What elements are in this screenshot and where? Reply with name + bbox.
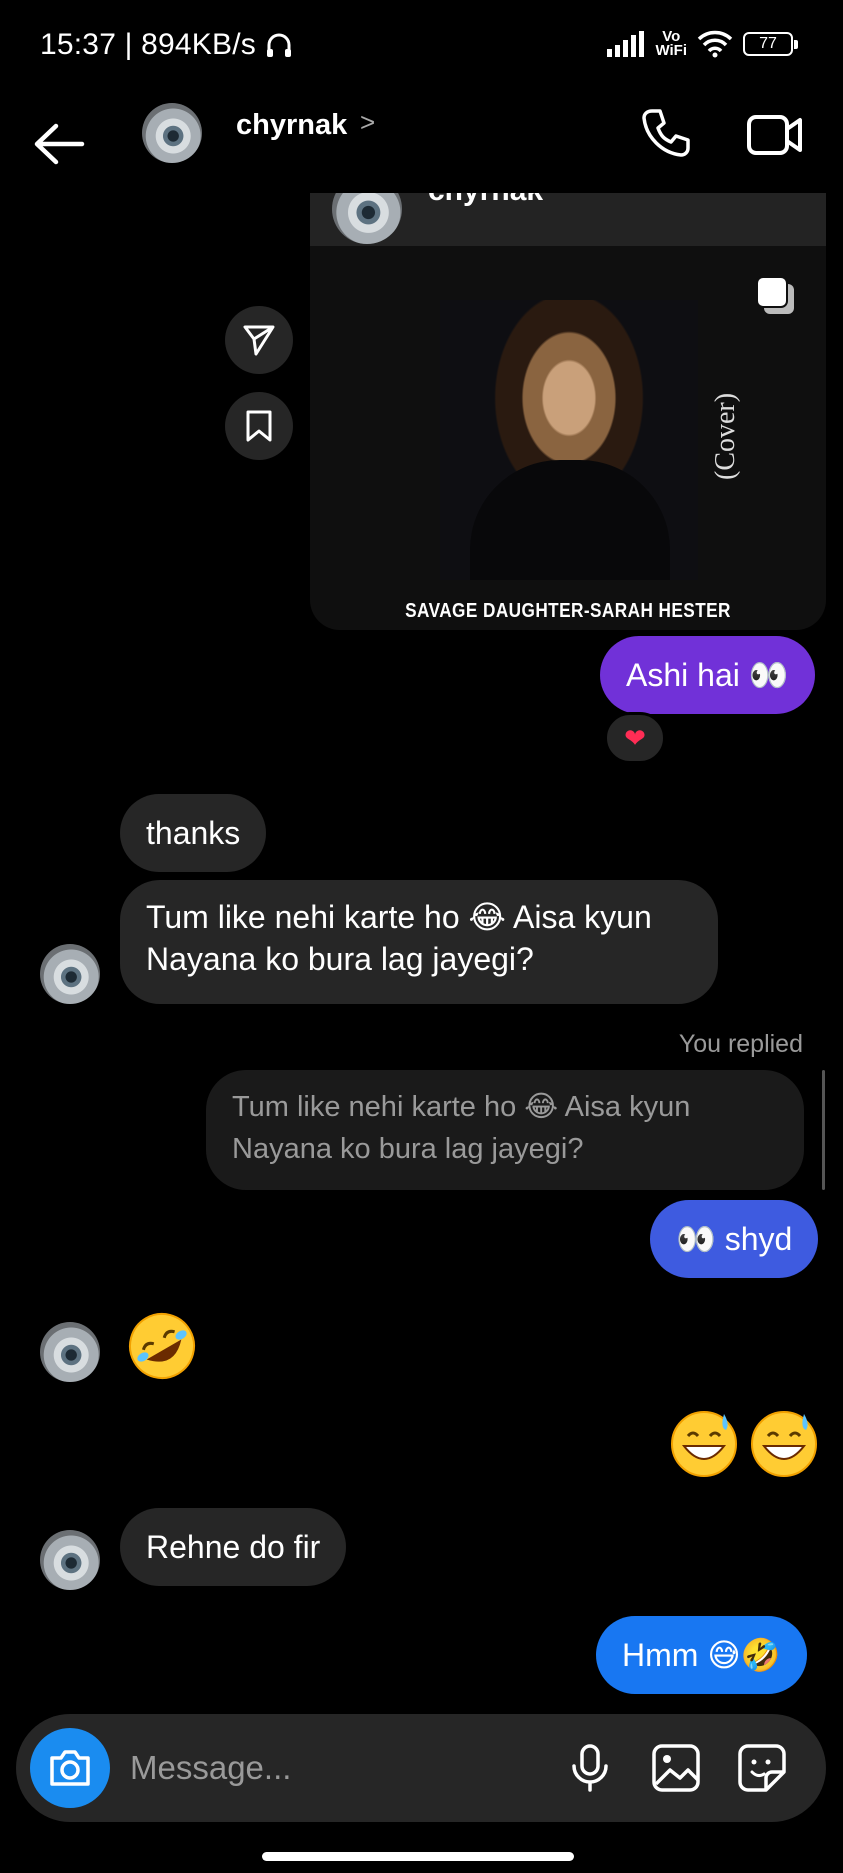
grinning-sweat-emoji-icon[interactable] bbox=[668, 1408, 740, 1480]
reply-quote[interactable]: Tum like nehi karte ho 😂 Aisa kyun Nayan… bbox=[206, 1070, 804, 1190]
sender-avatar[interactable] bbox=[40, 1530, 100, 1590]
message-input[interactable] bbox=[130, 1744, 460, 1792]
gallery-icon[interactable] bbox=[650, 1742, 702, 1794]
grinning-sweat-emoji-icon[interactable] bbox=[748, 1408, 820, 1480]
chevron-right-icon[interactable]: > bbox=[360, 107, 375, 138]
shared-post-caption: SAVAGE DAUGHTER-SARAH HESTER bbox=[405, 600, 731, 622]
reply-label: You replied bbox=[678, 1030, 803, 1058]
message-text-line2: Nayana ko bura lag jayegi? bbox=[146, 941, 534, 977]
headphones-icon bbox=[266, 33, 291, 57]
carousel-icon bbox=[756, 276, 794, 314]
phone-icon[interactable] bbox=[640, 107, 692, 159]
bookmark-icon bbox=[246, 410, 272, 442]
message-bubble-outgoing[interactable]: Ashi hai 👀 bbox=[600, 636, 815, 714]
video-call-icon[interactable] bbox=[746, 109, 804, 159]
contact-avatar[interactable] bbox=[142, 103, 202, 163]
sticker-icon[interactable] bbox=[736, 1742, 788, 1794]
message-composer bbox=[16, 1714, 826, 1822]
message-text: 👀 shyd bbox=[676, 1221, 793, 1257]
status-time-speed: 15:37 | 894KB/s bbox=[40, 28, 256, 61]
signal-icon bbox=[607, 31, 645, 57]
reply-indicator-bar bbox=[822, 1070, 825, 1190]
rolling-laughing-emoji-icon[interactable] bbox=[126, 1310, 198, 1382]
vowifi-indicator: Vo WiFi bbox=[655, 28, 687, 59]
shared-post-image[interactable] bbox=[440, 300, 698, 580]
camera-button[interactable] bbox=[30, 1728, 110, 1808]
message-bubble-outgoing[interactable]: 👀 shyd bbox=[650, 1200, 819, 1278]
message-bubble-incoming[interactable]: Tum like nehi karte ho 😂 Aisa kyun Nayan… bbox=[120, 880, 718, 1004]
message-bubble-incoming[interactable]: thanks bbox=[120, 794, 267, 872]
message-text: Ashi hai 👀 bbox=[626, 657, 789, 693]
message-text: thanks bbox=[146, 815, 241, 851]
message-bubble-incoming[interactable]: Rehne do fir bbox=[120, 1508, 347, 1586]
status-left: 15:37 | 894KB/s bbox=[40, 28, 294, 62]
share-button[interactable] bbox=[225, 306, 293, 374]
microphone-icon[interactable] bbox=[564, 1742, 616, 1794]
status-bar: 15:37 | 894KB/s Vo WiFi 77 bbox=[0, 0, 843, 90]
camera-icon bbox=[50, 1750, 90, 1786]
sender-avatar[interactable] bbox=[40, 944, 100, 1004]
shared-post[interactable]: chyrnak (Cover) SAVAGE DAUGHTER-SARAH HE… bbox=[310, 150, 826, 630]
sender-avatar[interactable] bbox=[40, 1322, 100, 1382]
home-indicator[interactable] bbox=[262, 1852, 574, 1861]
reply-quote-line2: Nayana ko bura lag jayegi? bbox=[232, 1133, 584, 1165]
message-text-line1: Tum like nehi karte ho 😂 Aisa kyun bbox=[146, 899, 652, 935]
status-right: Vo WiFi 77 bbox=[607, 28, 798, 59]
wifi-icon bbox=[697, 30, 733, 58]
message-text: Hmm 😅🤣 bbox=[622, 1637, 781, 1673]
message-bubble-outgoing[interactable]: Hmm 😅🤣 bbox=[596, 1616, 807, 1694]
save-button[interactable] bbox=[225, 392, 293, 460]
contact-name[interactable]: chyrnak bbox=[236, 109, 347, 142]
chat-header: chyrnak > bbox=[0, 95, 843, 193]
reply-quote-line1: Tum like nehi karte ho 😂 Aisa kyun bbox=[232, 1091, 691, 1123]
reaction-heart[interactable]: ❤ bbox=[604, 712, 666, 764]
send-icon bbox=[243, 325, 275, 356]
message-text: Rehne do fir bbox=[146, 1529, 321, 1565]
battery-indicator: 77 bbox=[743, 32, 798, 56]
back-arrow-icon[interactable] bbox=[32, 121, 86, 167]
cover-label: (Cover) bbox=[710, 392, 741, 480]
